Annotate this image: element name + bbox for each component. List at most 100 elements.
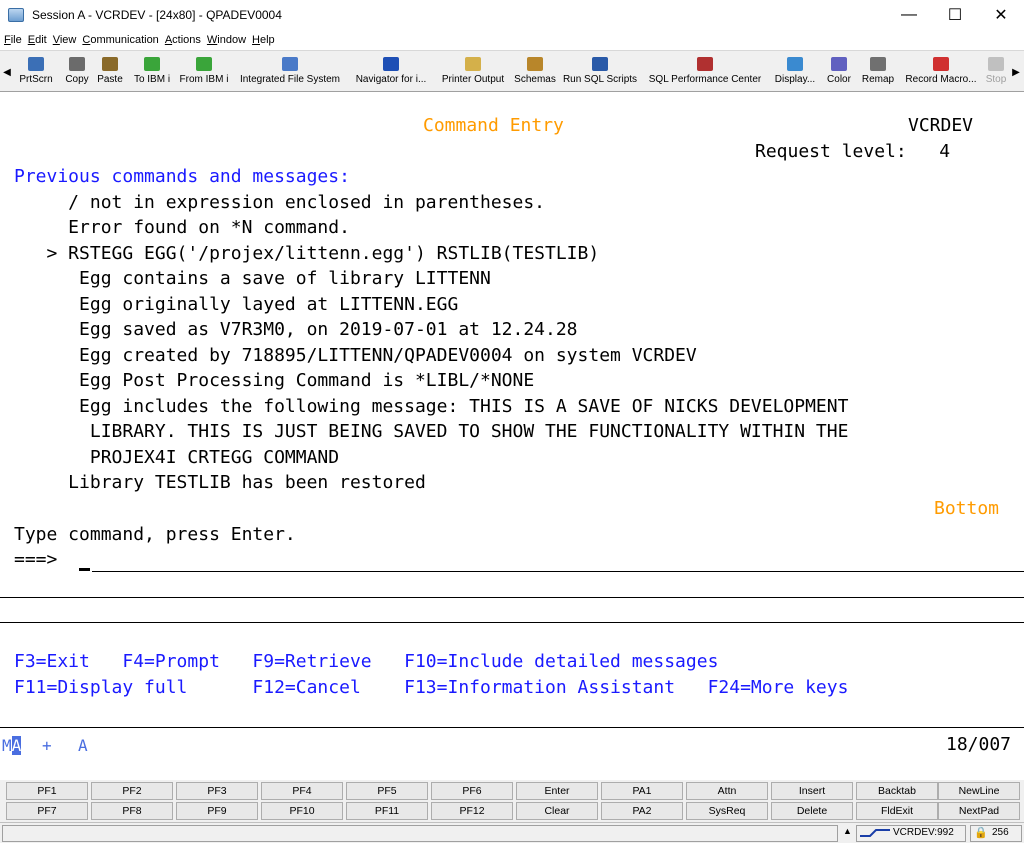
- schemas-icon: [527, 57, 543, 71]
- connection-status: VCRDEV:992: [893, 827, 954, 838]
- more-indicator: Bottom: [934, 498, 1000, 519]
- command-history-line[interactable]: > RSTEGG EGG('/projex/littenn.egg') RSTL…: [14, 243, 600, 265]
- key-pa1[interactable]: PA1: [601, 782, 683, 800]
- command-field-underline: [92, 571, 1024, 572]
- toolbar-run-sql-button[interactable]: Run SQL Scripts: [561, 55, 639, 91]
- remap-icon: [870, 57, 886, 71]
- key-pf10[interactable]: PF10: [261, 802, 343, 820]
- toolbar-sql-performance-button[interactable]: SQL Performance Center: [644, 55, 766, 91]
- toolbar: ◀ PrtScrn Copy Paste To IBM i From IBM i…: [0, 50, 1024, 92]
- lock-count: 256: [992, 827, 1009, 838]
- paste-icon: [102, 57, 118, 71]
- message-line: Egg Post Processing Command is *LIBL/*NO…: [14, 370, 535, 391]
- key-pf3[interactable]: PF3: [176, 782, 258, 800]
- message-line: / not in expression enclosed in parenthe…: [14, 192, 546, 213]
- message-line: Egg created by 718895/LITTENN/QPADEV0004…: [14, 345, 697, 366]
- connection-icon: [860, 828, 890, 838]
- close-button[interactable]: ✕: [978, 0, 1024, 30]
- toolbar-copy-button[interactable]: Copy: [62, 55, 92, 91]
- command-field-underline: [0, 597, 1024, 598]
- oia-mode-highlight: A: [11, 736, 22, 755]
- key-pf7[interactable]: PF7: [6, 802, 88, 820]
- terminal-screen[interactable]: Command Entry VCRDEV Request level: 4 Pr…: [0, 93, 1024, 728]
- file-system-icon: [282, 57, 298, 71]
- command-prompt-arrow: ===>: [14, 549, 58, 570]
- stop-icon: [988, 57, 1004, 71]
- menu-edit[interactable]: Edit: [28, 34, 47, 46]
- menu-window[interactable]: Window: [207, 34, 246, 46]
- menu-actions[interactable]: Actions: [165, 34, 201, 46]
- key-pf12[interactable]: PF12: [431, 802, 513, 820]
- key-pf8[interactable]: PF8: [91, 802, 173, 820]
- menu-file[interactable]: File: [4, 34, 22, 46]
- key-pf5[interactable]: PF5: [346, 782, 428, 800]
- menu-bar: File Edit View Communication Actions Win…: [0, 31, 281, 49]
- operator-info-area: [0, 729, 1024, 777]
- menu-communication[interactable]: Communication: [82, 34, 158, 46]
- toolbar-record-macro-button[interactable]: Record Macro...: [902, 55, 980, 91]
- message-line: Egg contains a save of library LITTENN: [14, 268, 491, 289]
- maximize-button[interactable]: ☐: [932, 0, 978, 30]
- command-field-underline: [0, 622, 1024, 623]
- toolbar-prtscrn-button[interactable]: PrtScrn: [14, 55, 58, 91]
- session-app-icon: [8, 8, 24, 22]
- key-pf1[interactable]: PF1: [6, 782, 88, 800]
- key-delete[interactable]: Delete: [771, 802, 853, 820]
- toolbar-schemas-button[interactable]: Schemas: [512, 55, 558, 91]
- title-bar: Session A - VCRDEV - [24x80] - QPADEV000…: [0, 0, 1024, 30]
- message-line: Egg saved as V7R3M0, on 2019-07-01 at 12…: [14, 319, 578, 340]
- key-clear[interactable]: Clear: [516, 802, 598, 820]
- text-cursor: [79, 568, 90, 571]
- lock-icon: 🔒: [974, 827, 988, 839]
- toolbar-display-button[interactable]: Display...: [770, 55, 820, 91]
- key-attn[interactable]: Attn: [686, 782, 768, 800]
- toolbar-stop-button[interactable]: Stop: [984, 55, 1008, 91]
- menu-help[interactable]: Help: [252, 34, 275, 46]
- key-sysreq[interactable]: SysReq: [686, 802, 768, 820]
- key-pf6[interactable]: PF6: [431, 782, 513, 800]
- toolbar-scroll-left-icon[interactable]: ◀: [2, 63, 12, 81]
- key-nextpad[interactable]: NextPad: [938, 802, 1020, 820]
- key-pf4[interactable]: PF4: [261, 782, 343, 800]
- status-bar: ▲ VCRDEV:992 🔒 256: [0, 822, 1024, 843]
- message-line: Error found on *N command.: [14, 217, 350, 238]
- key-enter[interactable]: Enter: [516, 782, 598, 800]
- status-message-pane: [2, 825, 838, 842]
- oia-insert-indicator: +: [42, 736, 52, 755]
- color-palette-icon: [831, 57, 847, 71]
- window-title: Session A - VCRDEV - [24x80] - QPADEV000…: [32, 8, 282, 22]
- performance-center-icon: [697, 57, 713, 71]
- toolbar-to-ibmi-button[interactable]: To IBM i: [130, 55, 174, 91]
- minimize-button[interactable]: —: [886, 0, 932, 30]
- toolbar-color-button[interactable]: Color: [824, 55, 854, 91]
- message-line: PROJEX4I CRTEGG COMMAND: [14, 447, 340, 468]
- toolbar-remap-button[interactable]: Remap: [858, 55, 898, 91]
- toolbar-scroll-right-icon[interactable]: ▶: [1011, 63, 1021, 81]
- record-macro-icon: [933, 57, 949, 71]
- sql-scripts-icon: [592, 57, 608, 71]
- toolbar-ifs-button[interactable]: Integrated File System: [235, 55, 345, 91]
- upload-arrow-icon: [144, 57, 160, 71]
- print-screen-icon: [28, 57, 44, 71]
- toolbar-navigator-button[interactable]: Navigator for i...: [349, 55, 433, 91]
- status-up-arrow-icon: ▲: [843, 826, 852, 836]
- key-insert[interactable]: Insert: [771, 782, 853, 800]
- download-arrow-icon: [196, 57, 212, 71]
- key-backtab[interactable]: Backtab: [856, 782, 938, 800]
- cursor-position: 18/007: [946, 734, 1012, 755]
- key-pf2[interactable]: PF2: [91, 782, 173, 800]
- copy-icon: [69, 57, 85, 71]
- key-fldexit[interactable]: FldExit: [856, 802, 938, 820]
- key-pf9[interactable]: PF9: [176, 802, 258, 820]
- oia-input-indicator: A: [78, 736, 88, 755]
- key-pa2[interactable]: PA2: [601, 802, 683, 820]
- menu-view[interactable]: View: [53, 34, 77, 46]
- toolbar-from-ibmi-button[interactable]: From IBM i: [176, 55, 232, 91]
- message-line: Egg originally layed at LITTENN.EGG: [14, 294, 459, 315]
- toolbar-printer-output-button[interactable]: Printer Output: [437, 55, 509, 91]
- key-newline[interactable]: NewLine: [938, 782, 1020, 800]
- key-pf11[interactable]: PF11: [346, 802, 428, 820]
- toolbar-paste-button[interactable]: Paste: [94, 55, 126, 91]
- oia-mode-indicator: MA: [2, 736, 22, 755]
- compass-icon: [383, 57, 399, 71]
